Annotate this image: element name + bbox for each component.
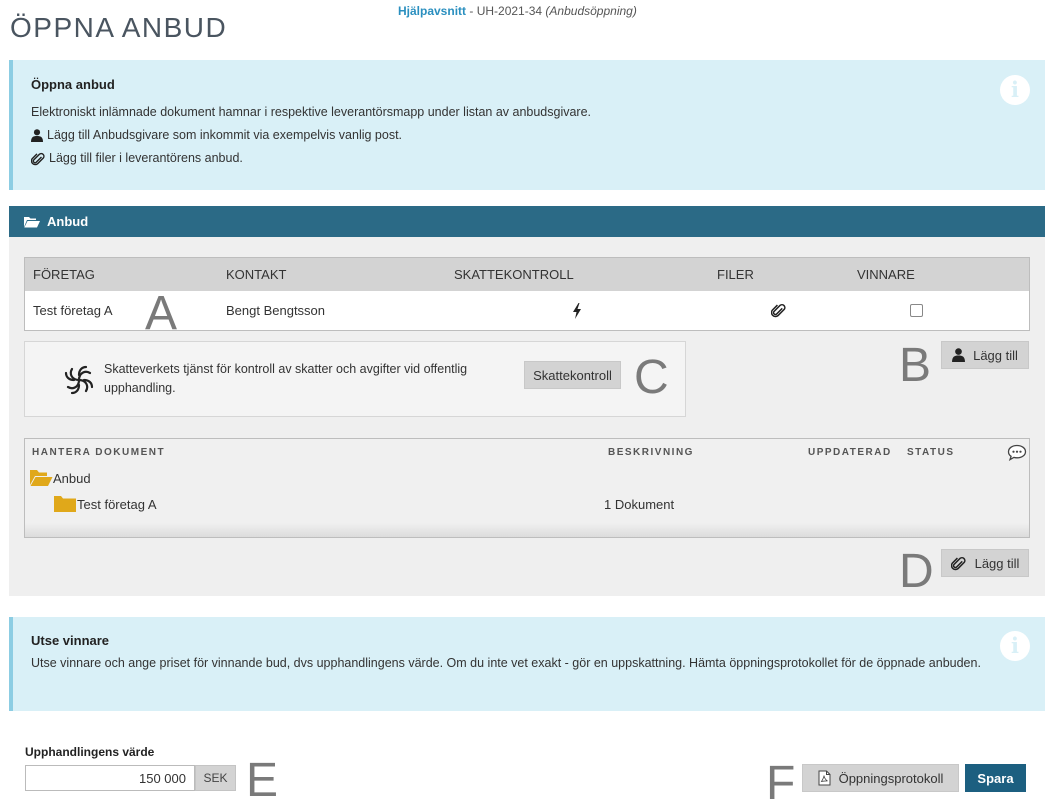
marker-d: D — [899, 545, 934, 598]
pdf-icon — [818, 770, 831, 786]
opening-protocol-button[interactable]: Öppningsprotokoll — [802, 764, 959, 792]
document-tree-footer — [25, 523, 1029, 537]
company-name[interactable]: Test företag A — [33, 291, 113, 330]
info-box-title: Utse vinnare — [31, 633, 110, 648]
add-bidder-button[interactable]: Lägg till — [941, 341, 1029, 369]
info-text: Utse vinnare och ange priset för vinnand… — [31, 656, 981, 670]
comments-icon[interactable] — [1007, 439, 1027, 465]
folder-name[interactable]: Anbud — [53, 471, 91, 486]
help-header: Hjälpavsnitt - UH-2021-34 (Anbudsöppning… — [398, 4, 637, 18]
col-manage-documents: HANTERA DOKUMENT — [32, 446, 166, 458]
paperclip-icon — [950, 556, 966, 570]
procurement-value-label: Upphandlingens värde — [25, 745, 155, 759]
contact-name: Bengt Bengtsson — [226, 303, 326, 318]
col-status: STATUS — [907, 446, 955, 458]
user-icon — [952, 348, 966, 362]
bids-panel-header: Anbud — [9, 206, 1045, 237]
info-box-winner: Utse vinnare Utse vinnare och ange prise… — [9, 617, 1045, 711]
paperclip-icon[interactable] — [771, 291, 786, 330]
info-icon: i — [1000, 75, 1030, 105]
bids-panel-body: Företag Kontakt Skattekontroll Filer Vin… — [9, 237, 1045, 596]
info-box-title: Öppna anbud — [31, 77, 115, 92]
info-line: Elektroniskt inlämnade dokument hamnar i… — [31, 105, 592, 119]
page-title: ÖPPNA ANBUD — [10, 12, 228, 43]
save-button[interactable]: Spara — [965, 764, 1026, 792]
procurement-value-input[interactable] — [25, 765, 195, 791]
col-description: BESKRIVNING — [608, 446, 694, 458]
folder-name[interactable]: Test företag A — [77, 497, 157, 512]
col-company: Företag — [33, 267, 95, 282]
col-updated: UPPDATERAD — [808, 446, 892, 458]
folder-description: 1 Dokument — [604, 496, 675, 512]
info-line: Lägg till filer i leverantörens anbud. — [31, 147, 1027, 170]
user-icon — [31, 129, 43, 142]
skatteverket-box: Skatteverkets tjänst för kontroll av ska… — [24, 341, 686, 417]
col-files: Filer — [717, 267, 754, 282]
lightning-icon[interactable] — [572, 291, 582, 330]
case-id: UH-2021-34 — [476, 4, 543, 18]
folder-row-company[interactable]: Test företag A 1 Dokument — [53, 492, 1023, 516]
marker-c: C — [634, 351, 669, 404]
marker-e: E — [246, 754, 279, 802]
col-contact: Kontakt — [226, 267, 287, 282]
col-winner: Vinnare — [857, 267, 915, 282]
tax-check-button[interactable]: Skattekontroll — [524, 361, 621, 389]
folder-open-icon — [24, 217, 40, 228]
case-phase: (Anbudsöppning) — [545, 4, 637, 18]
paperclip-icon — [31, 152, 45, 165]
marker-b: B — [899, 339, 932, 392]
col-tax-check: Skattekontroll — [454, 267, 574, 282]
add-file-button[interactable]: Lägg till — [941, 549, 1029, 577]
winner-checkbox[interactable] — [910, 291, 923, 330]
info-icon: i — [1000, 631, 1030, 661]
folder-icon — [54, 496, 76, 512]
skatteverket-logo-icon — [64, 365, 94, 395]
folder-row-root[interactable]: Anbud — [29, 466, 91, 490]
document-tree: HANTERA DOKUMENT BESKRIVNING UPPDATERAD … — [24, 438, 1030, 538]
skatteverket-text: Skatteverkets tjänst för kontroll av ska… — [104, 362, 468, 395]
info-line: Lägg till Anbudsgivare som inkommit via … — [31, 124, 1027, 147]
help-link[interactable]: Hjälpavsnitt — [398, 4, 466, 18]
marker-f: F — [766, 757, 796, 802]
info-box-open-bids: Öppna anbud Elektroniskt inlämnade dokum… — [9, 60, 1045, 190]
folder-open-icon — [30, 470, 53, 486]
currency-label: SEK — [195, 765, 236, 791]
document-tree-header: HANTERA DOKUMENT BESKRIVNING UPPDATERAD … — [25, 439, 1029, 465]
marker-a: A — [145, 287, 178, 340]
